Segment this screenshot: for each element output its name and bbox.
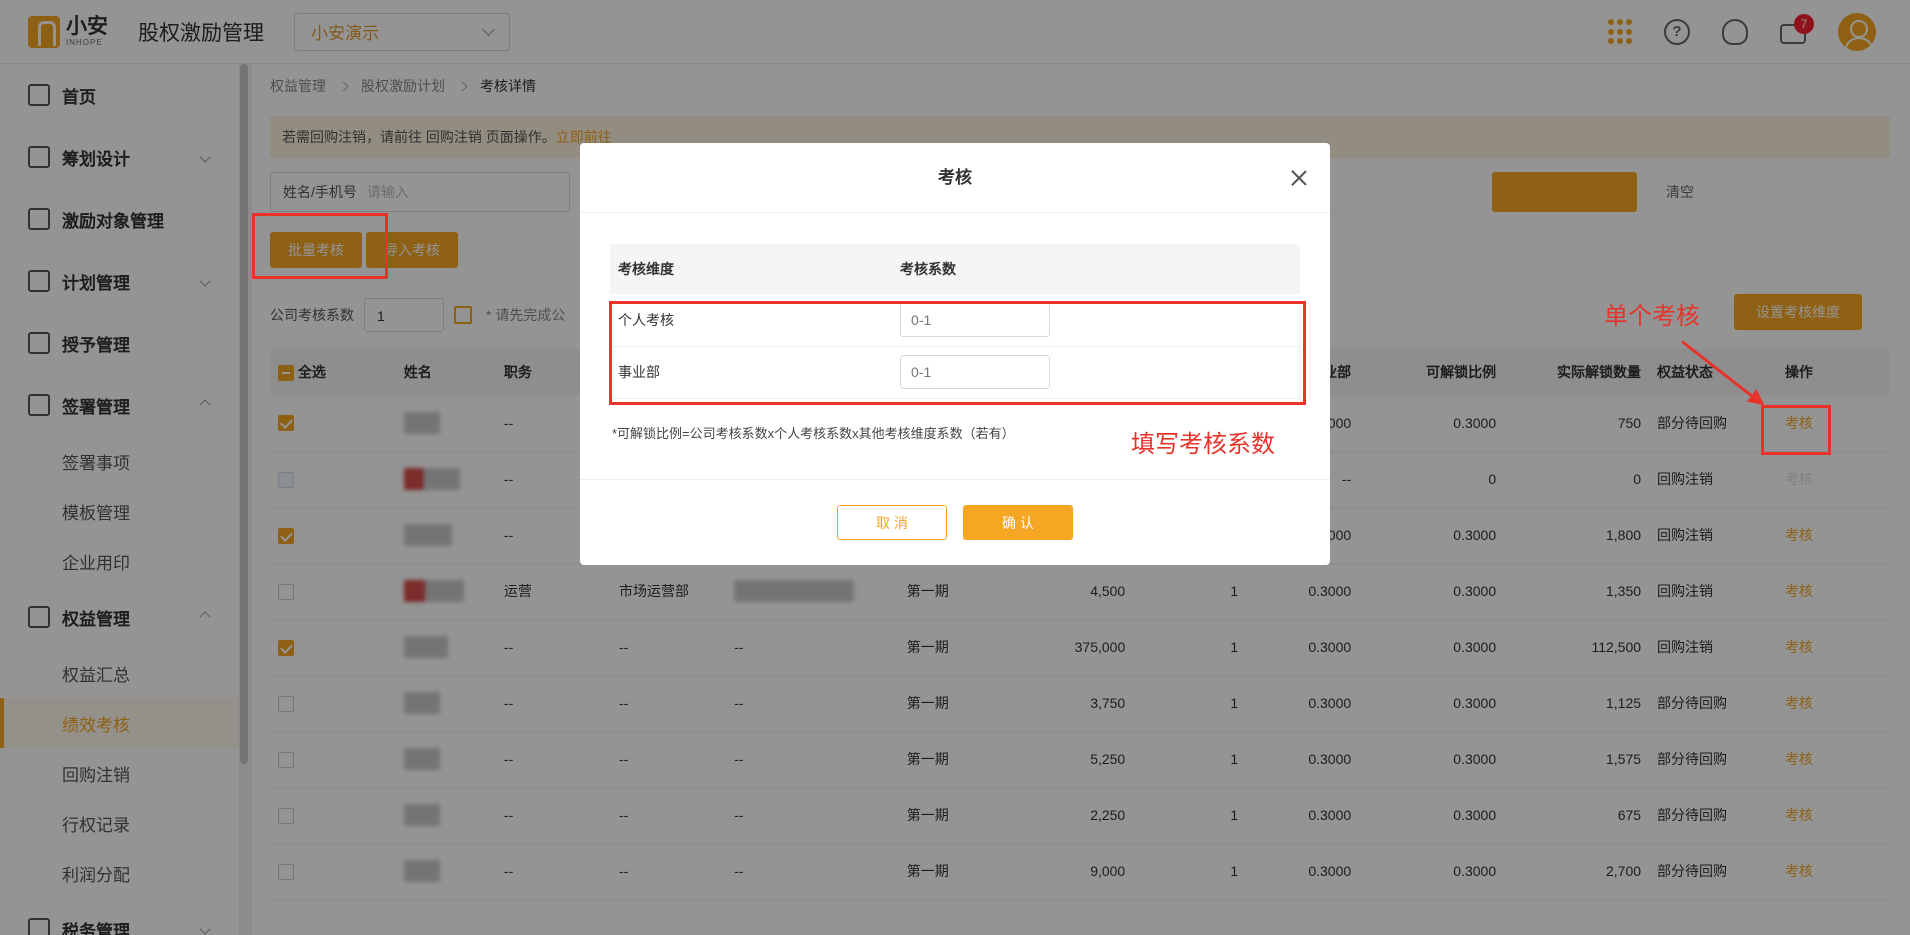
annotation-box-batch [252,213,388,279]
close-icon[interactable] [1290,169,1308,187]
annotation-fill-text: 填写考核系数 [1131,431,1275,458]
modal-col-coef: 考核系数 [892,244,1300,294]
modal-formula-note: *可解锁比例=公司考核系数x个人考核系数x其他考核维度系数（若有） [612,426,1015,441]
modal-col-dimension: 考核维度 [610,244,892,294]
annotation-box-coef [609,301,1306,405]
modal-title: 考核 [580,143,1330,213]
modal-footer: 取 消 确 认 [580,479,1330,565]
annotation-single-text: 单个考核 [1604,303,1700,330]
annotation-box-single [1761,405,1831,455]
confirm-button[interactable]: 确 认 [963,505,1073,540]
cancel-button[interactable]: 取 消 [837,505,947,540]
